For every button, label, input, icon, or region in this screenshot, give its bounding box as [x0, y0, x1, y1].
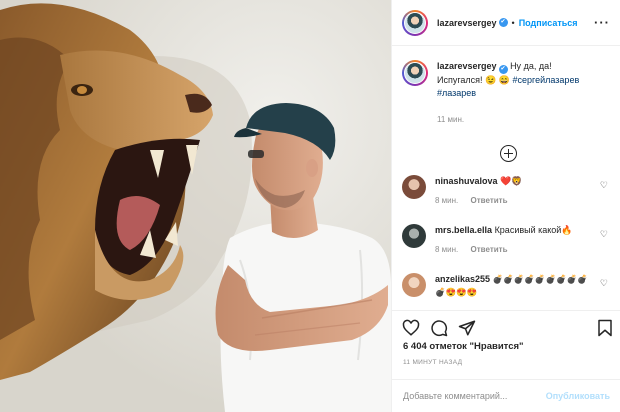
- comment-input[interactable]: [403, 391, 543, 401]
- comment-item: ninashuvalova ❤️🦁 8 мин. Ответить ♡: [402, 175, 617, 207]
- commenter-username[interactable]: anzelikas255: [435, 274, 490, 284]
- like-comment-icon[interactable]: ♡: [600, 180, 608, 191]
- caption-text-2: Испугался!: [437, 75, 483, 85]
- comment-text: ❤️🦁: [500, 176, 523, 186]
- post-side-panel: lazarevsergey ✔ • Подписаться ··· lazare…: [391, 0, 620, 412]
- caption-time: 11 мин.: [437, 115, 465, 124]
- author-avatar[interactable]: [402, 9, 428, 36]
- comment-icon[interactable]: [430, 319, 448, 337]
- caption-text: Ну да, да!: [510, 61, 552, 71]
- post-caption: lazarevsergey ✔ Ну да, да! Испугался! 😉 😄…: [392, 46, 620, 126]
- commenter-avatar[interactable]: [402, 175, 426, 199]
- commenter-avatar[interactable]: [402, 273, 426, 297]
- like-comment-icon[interactable]: ♡: [600, 278, 608, 289]
- author-username[interactable]: lazarevsergey: [437, 18, 497, 28]
- publish-button[interactable]: Опубликовать: [546, 391, 610, 401]
- verified-icon: ✔: [498, 65, 508, 74]
- more-options-icon[interactable]: ···: [594, 15, 610, 30]
- separator-dot: •: [511, 17, 515, 28]
- load-more-comments-icon[interactable]: [499, 145, 517, 162]
- post-photo[interactable]: [0, 0, 391, 412]
- lion-and-man-illustration: [0, 0, 391, 412]
- hashtag-link[interactable]: #лазарев: [437, 88, 476, 98]
- comment-item: anzelikas255 💣💣💣💣💣💣💣💣💣💣😍😍😍 ♡: [402, 273, 617, 299]
- commenter-avatar[interactable]: [402, 224, 426, 248]
- like-comment-icon[interactable]: ♡: [600, 229, 608, 240]
- reply-button[interactable]: Ответить: [471, 245, 508, 254]
- heart-icon[interactable]: [402, 319, 420, 337]
- post-header: lazarevsergey ✔ • Подписаться ···: [392, 0, 620, 46]
- comment-time: 8 мин.: [435, 196, 459, 205]
- commenter-username[interactable]: ninashuvalova: [435, 176, 498, 186]
- comment-time: 8 мин.: [435, 245, 459, 254]
- share-icon[interactable]: [458, 319, 476, 337]
- verified-icon: ✔: [498, 18, 508, 27]
- hashtag-link[interactable]: #сергейлазарев: [513, 75, 580, 85]
- caption-emojis: 😉 😄: [485, 75, 510, 85]
- post-timestamp: 11 МИНУТ НАЗАД: [403, 359, 463, 366]
- caption-username[interactable]: lazarevsergey: [437, 61, 497, 71]
- bookmark-icon[interactable]: [597, 319, 613, 337]
- comment-text: Красивый какой🔥: [494, 225, 573, 235]
- likes-count[interactable]: 6 404 отметок "Нравится": [403, 341, 524, 352]
- reply-button[interactable]: Ответить: [471, 196, 508, 205]
- commenter-username[interactable]: mrs.bella.ella: [435, 225, 492, 235]
- caption-avatar[interactable]: [402, 60, 428, 86]
- follow-button[interactable]: Подписаться: [519, 18, 578, 28]
- comment-item: mrs.bella.ella Красивый какой🔥 8 мин. От…: [402, 224, 617, 256]
- add-comment-bar: Опубликовать: [392, 379, 620, 412]
